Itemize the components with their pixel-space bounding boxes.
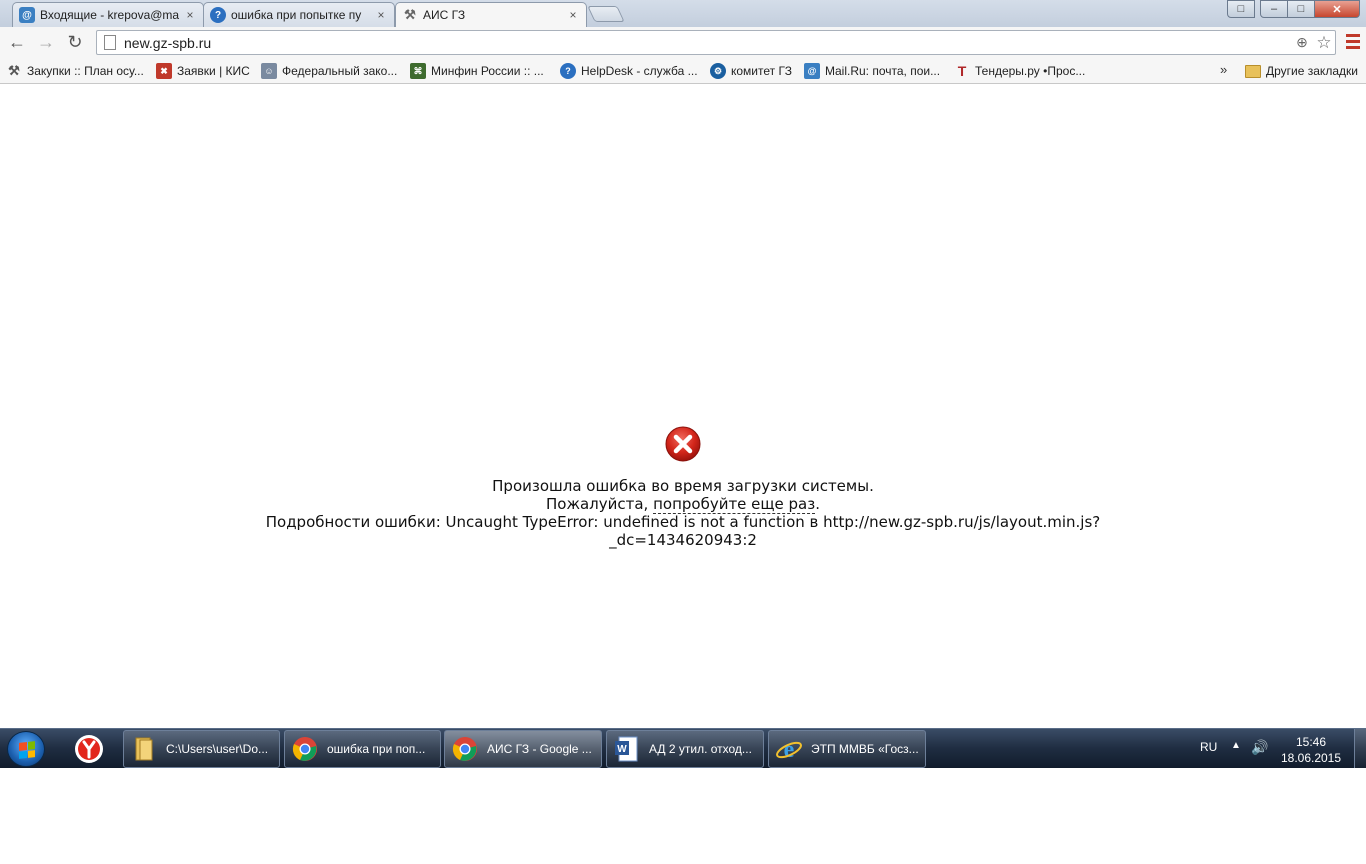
back-button[interactable]: ← xyxy=(4,30,30,56)
error-details-continued: _dc=1434620943:2 xyxy=(609,531,757,549)
page-icon xyxy=(104,35,116,50)
svg-text:W: W xyxy=(617,744,627,755)
folder-icon xyxy=(1245,64,1261,78)
bookmarks-overflow-chevron-icon[interactable]: » xyxy=(1220,62,1227,77)
retry-link[interactable]: попробуйте еще раз xyxy=(653,495,816,514)
bookmark-minfin[interactable]: ⌘ Минфин России :: ... xyxy=(410,62,544,80)
forward-button[interactable]: → xyxy=(33,30,59,56)
word-document-icon: W xyxy=(613,735,641,763)
bookmark-mailru[interactable]: @ Mail.Ru: почта, пои... xyxy=(804,62,940,80)
help-icon: ? xyxy=(560,63,576,79)
new-tab-button[interactable] xyxy=(587,6,625,22)
task-word-document[interactable]: W АД 2 утил. отход... xyxy=(606,730,764,768)
yandex-browser-pinned[interactable] xyxy=(62,731,116,767)
gear-icon: ⚙ xyxy=(710,63,726,79)
maximize-button[interactable]: □ xyxy=(1287,0,1315,18)
tab-title: АИС ГЗ xyxy=(423,8,466,22)
kis-icon: ✖ xyxy=(156,63,172,79)
browser-toolbar: ← → ↻ new.gz-spb.ru ⊕ ☆ xyxy=(0,27,1366,58)
mail-ru-icon: @ xyxy=(804,63,820,79)
internet-explorer-icon: e xyxy=(775,735,803,763)
back-arrow-icon: ← xyxy=(8,32,26,52)
error-details: Подробности ошибки: Uncaught TypeError: … xyxy=(265,513,1101,531)
tab-strip: @ Входящие - krepova@ma × ? ошибка при п… xyxy=(0,0,1366,27)
mail-ru-icon: @ xyxy=(19,7,35,23)
task-explorer[interactable]: C:\Users\user\Do... xyxy=(123,730,280,768)
minfin-icon: ⌘ xyxy=(410,63,426,79)
user-profile-button[interactable]: □ xyxy=(1227,0,1255,18)
help-icon: ? xyxy=(210,7,226,23)
tab-close-icon[interactable]: × xyxy=(374,8,388,22)
bookmarks-bar: ⚒ Закупки :: План осу... ✖ Заявки | КИС … xyxy=(0,58,1366,84)
bookmark-zakupki[interactable]: ⚒ Закупки :: План осу... xyxy=(6,62,144,80)
tools-icon: ⚒ xyxy=(8,63,20,78)
yandex-icon xyxy=(75,735,103,763)
tendery-icon: T xyxy=(957,63,967,79)
clock-date: 18.06.2015 xyxy=(1280,751,1342,765)
tab-inbox[interactable]: @ Входящие - krepova@ma × xyxy=(12,2,204,27)
error-message-block: Произошла ошибка во время загрузки систе… xyxy=(0,426,1366,549)
svg-text:e: e xyxy=(784,737,795,763)
bookmark-star-icon[interactable]: ☆ xyxy=(1313,33,1335,53)
blank-area xyxy=(0,768,1366,864)
window-controls: □ ‒ □ ✕ xyxy=(1227,0,1360,18)
tab-ais-gz[interactable]: ⚒ АИС ГЗ × xyxy=(395,2,587,27)
portrait-icon: ☺ xyxy=(261,63,277,79)
bookmark-komitet[interactable]: ⚙ комитет ГЗ xyxy=(710,62,792,80)
clock-time: 15:46 xyxy=(1295,735,1327,749)
task-chrome-error[interactable]: ошибка при поп... xyxy=(284,730,441,768)
show-desktop-button[interactable] xyxy=(1354,729,1366,769)
tab-title: ошибка при попытке пу xyxy=(231,8,362,22)
reload-button[interactable]: ↻ xyxy=(62,30,88,56)
chrome-icon xyxy=(291,735,319,763)
start-button[interactable] xyxy=(7,731,45,767)
windows-taskbar: C:\Users\user\Do... ошибка при поп... АИ… xyxy=(0,728,1366,769)
task-ie-etp[interactable]: e ЭТП ММВБ «Госз... xyxy=(768,730,926,768)
bookmark-federal[interactable]: ☺ Федеральный зако... xyxy=(261,62,397,80)
other-bookmarks-folder[interactable]: Другие закладки xyxy=(1245,62,1358,80)
windows-logo-icon xyxy=(19,741,35,759)
task-chrome-ais-gz[interactable]: АИС ГЗ - Google ... xyxy=(444,730,602,768)
reload-icon: ↻ xyxy=(67,32,83,52)
page-content: Произошла ошибка во время загрузки систе… xyxy=(0,85,1366,728)
chrome-menu-button[interactable] xyxy=(1346,34,1360,49)
tab-close-icon[interactable]: × xyxy=(566,8,580,22)
tab-close-icon[interactable]: × xyxy=(183,8,197,22)
error-icon xyxy=(665,426,701,462)
tab-title: Входящие - krepova@ma xyxy=(40,8,179,22)
address-bar[interactable]: new.gz-spb.ru ⊕ ☆ xyxy=(96,30,1336,55)
clock[interactable]: 15:46 18.06.2015 xyxy=(1276,734,1346,766)
volume-icon[interactable]: 🔊 xyxy=(1251,739,1268,756)
error-title: Произошла ошибка во время загрузки систе… xyxy=(492,477,874,495)
show-hidden-icons-icon[interactable]: ▲ xyxy=(1231,740,1241,751)
error-retry-line: Пожалуйста, попробуйте еще раз. xyxy=(545,495,821,514)
chrome-icon xyxy=(451,735,479,763)
bookmark-tendery[interactable]: T Тендеры.ру •Прос... xyxy=(954,62,1086,80)
zoom-icon[interactable]: ⊕ xyxy=(1291,34,1313,51)
forward-arrow-icon: → xyxy=(37,32,55,52)
close-window-button[interactable]: ✕ xyxy=(1314,0,1360,18)
bookmark-zayavki[interactable]: ✖ Заявки | КИС xyxy=(156,62,250,80)
bookmark-helpdesk[interactable]: ? HelpDesk - служба ... xyxy=(560,62,698,80)
url-text[interactable]: new.gz-spb.ru xyxy=(124,35,1291,51)
tab-error-search[interactable]: ? ошибка при попытке пу × xyxy=(203,2,395,27)
language-indicator[interactable]: RU xyxy=(1200,740,1217,754)
folder-icon xyxy=(130,735,158,763)
tools-icon: ⚒ xyxy=(404,7,416,22)
minimize-button[interactable]: ‒ xyxy=(1260,0,1288,18)
